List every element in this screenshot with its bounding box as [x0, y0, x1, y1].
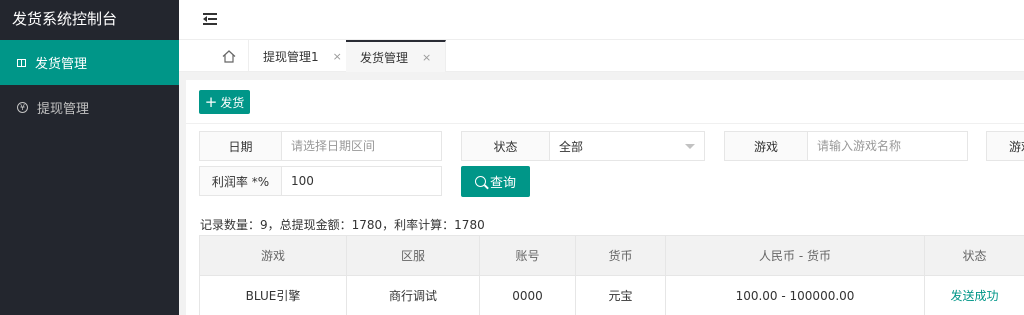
game-filter: 游戏 — [724, 131, 968, 161]
profit-filter: 利润率 *% — [199, 166, 442, 196]
table-header-row: 游戏 区服 账号 货币 人民币 - 货币 状态 — [199, 235, 1024, 276]
shipment-table: 游戏 区服 账号 货币 人民币 - 货币 状态 BLUE引擎 商行调试 0000… — [199, 235, 1024, 315]
extra-filter: 游戏 — [986, 131, 1024, 161]
close-icon[interactable]: × — [422, 51, 431, 64]
tab-label: 发货管理 — [360, 50, 409, 65]
chevron-down-icon — [685, 143, 695, 149]
date-filter: 日期 — [199, 131, 442, 161]
cell-currency: 元宝 — [575, 275, 666, 315]
col-status: 状态 — [924, 235, 1024, 276]
status-filter: 状态 全部 — [461, 131, 705, 161]
sidebar-item-label: 发货管理 — [35, 57, 88, 72]
search-icon — [474, 176, 486, 187]
table-row[interactable]: BLUE引擎 商行调试 0000 元宝 100.00 - 100000.00 发… — [199, 275, 1024, 315]
date-range-input[interactable] — [282, 132, 441, 160]
status-select-value: 全部 — [559, 139, 584, 154]
profit-rate-input[interactable] — [282, 167, 441, 195]
date-label: 日期 — [200, 132, 282, 160]
gift-icon — [17, 58, 26, 67]
divider — [186, 123, 1024, 124]
col-game: 游戏 — [199, 235, 347, 276]
col-account: 账号 — [479, 235, 576, 276]
tab-withdraw-1[interactable]: 提现管理1 × — [249, 40, 357, 72]
cell-account: 0000 — [479, 275, 576, 315]
col-server: 区服 — [346, 235, 480, 276]
search-label: 查询 — [489, 176, 516, 191]
main-content: + 发货 日期 状态 全部 游戏 游戏 利润率 *% 查询 记录数量：9，总提现… — [186, 80, 1024, 315]
col-rmb-currency: 人民币 - 货币 — [665, 235, 925, 276]
extra-label: 游戏 — [987, 132, 1024, 160]
yen-icon: ¥ — [17, 102, 28, 113]
cell-rmb-currency: 100.00 - 100000.00 — [665, 275, 925, 315]
tab-label: 提现管理1 — [263, 49, 319, 64]
top-header — [179, 0, 1024, 40]
cell-game: BLUE引擎 — [199, 275, 347, 315]
sidebar-item-label: 提现管理 — [37, 102, 90, 117]
menu-fold-icon[interactable] — [203, 13, 217, 25]
game-name-input[interactable] — [808, 132, 967, 160]
status-label: 状态 — [462, 132, 550, 160]
tab-bar: 提现管理1 × 发货管理 × — [179, 40, 1024, 72]
status-badge: 发送成功 — [924, 275, 1024, 315]
tab-home[interactable] — [209, 40, 249, 72]
plus-icon: + — [204, 92, 218, 111]
col-currency: 货币 — [575, 235, 666, 276]
app-title: 发货系统控制台 — [0, 0, 179, 40]
sidebar-item-shipping[interactable]: 发货管理 — [0, 40, 179, 85]
home-icon — [222, 49, 235, 63]
add-shipment-button[interactable]: + 发货 — [199, 90, 250, 114]
summary-text: 记录数量：9，总提现金额：1780，利率计算：1780 — [200, 218, 485, 232]
cell-server: 商行调试 — [346, 275, 480, 315]
search-button[interactable]: 查询 — [461, 166, 530, 197]
tab-shipping[interactable]: 发货管理 × — [346, 40, 447, 72]
close-icon[interactable]: × — [333, 50, 342, 63]
sidebar: 发货系统控制台 发货管理 ¥ 提现管理 — [0, 0, 179, 315]
status-select[interactable]: 全部 — [550, 132, 704, 160]
sidebar-item-withdraw[interactable]: ¥ 提现管理 — [0, 85, 179, 130]
add-shipment-label: 发货 — [220, 95, 245, 110]
profit-label: 利润率 *% — [200, 167, 282, 195]
game-label: 游戏 — [725, 132, 808, 160]
